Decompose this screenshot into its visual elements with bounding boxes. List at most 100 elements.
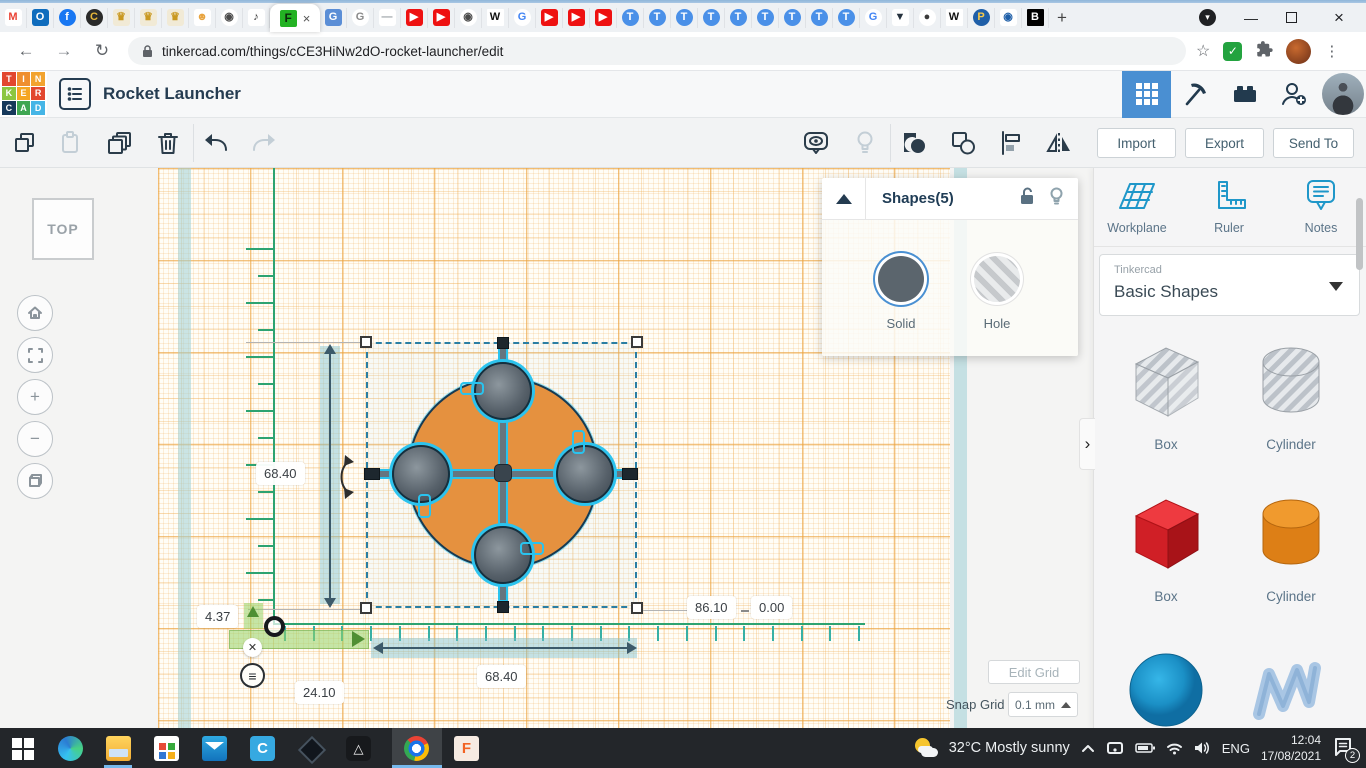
reload-icon[interactable]: ↻ [90,41,114,61]
ruler-x-label[interactable]: 24.10 [295,681,344,704]
home-view-button[interactable] [17,295,53,331]
t-circle-tab[interactable]: T [752,8,779,28]
transparent-box-tile[interactable]: Box [1106,336,1226,452]
globe-tab[interactable]: ◉ [455,8,482,28]
minimize-button[interactable]: — [1242,10,1260,26]
ungroup-button[interactable] [943,126,983,160]
wikipedia-tab[interactable]: W [482,8,509,28]
bbc-tab[interactable]: B [1022,8,1049,28]
t-circle-tab[interactable]: T [833,8,860,28]
google-tab[interactable]: G [509,8,536,28]
blocks-view-button[interactable] [1122,71,1171,118]
ruler-origin-handle[interactable] [264,616,285,637]
youtube-tab[interactable]: ▶ [428,8,455,28]
battery-icon[interactable] [1135,742,1155,754]
url-input[interactable]: tinkercad.com/things/cCE3HiNw2dO-rocket-… [128,37,1186,65]
design-menu-button[interactable] [59,78,91,110]
duplicate-button[interactable] [100,126,140,160]
ruler-tool[interactable]: Ruler [1186,178,1272,235]
mirror-flip-button[interactable] [1039,126,1079,160]
ruler-close-button[interactable]: ✕ [243,638,262,657]
close-button[interactable]: × [1330,8,1348,28]
maximize-button[interactable] [1286,12,1304,23]
gold-crest-tab[interactable]: ♛ [135,8,162,28]
eye-tab[interactable]: ◉ [995,8,1022,28]
distance-label[interactable]: 86.10 [687,596,736,619]
notes-tool[interactable]: Notes [1278,178,1364,235]
gmail-tab[interactable]: M [0,8,27,28]
undo-button[interactable] [196,126,236,160]
fusion360-icon[interactable]: F [454,736,479,761]
scribble-tile[interactable] [1231,644,1351,728]
show-all-comment-button[interactable] [796,126,836,160]
snap-grid-select[interactable]: 0.1 mm [1008,692,1078,717]
file-explorer-icon[interactable] [106,736,131,761]
p21-tab[interactable]: P [968,8,995,28]
google-tab[interactable]: G [860,8,887,28]
extension-check-icon[interactable]: ✓ [1223,42,1242,61]
workplane-tool[interactable]: Workplane [1094,178,1180,235]
g-gray-tab[interactable]: G [347,8,374,28]
copy-button[interactable] [5,126,45,160]
ruler-y-label[interactable]: 4.37 [197,605,238,628]
back-icon[interactable]: ← [14,41,38,61]
edit-grid-button[interactable]: Edit Grid [988,660,1080,684]
group-button[interactable] [894,126,934,160]
person-tab[interactable]: ☻ [189,8,216,28]
scale-handle-top-left[interactable] [360,336,372,348]
shield-tab[interactable]: ▼ [887,8,914,28]
notification-center-icon[interactable]: 2 [1332,736,1356,760]
sphere-tile[interactable] [1106,644,1226,728]
invite-person-add-icon[interactable] [1269,71,1318,118]
view-cube[interactable]: TOP [32,198,94,260]
dash-tab[interactable]: — [374,8,401,28]
forward-icon[interactable]: → [52,41,76,61]
language-indicator[interactable]: ENG [1222,741,1250,756]
youtube-tab[interactable]: ▶ [563,8,590,28]
scale-handle-bottom-right[interactable] [631,602,643,614]
t-circle-tab[interactable]: T [671,8,698,28]
hidden-icons-chevron[interactable] [1081,743,1095,753]
height-dimension-label[interactable]: 68.40 [256,462,305,485]
delete-button[interactable] [148,126,188,160]
scale-handle-top-right[interactable] [631,336,643,348]
youtube-tab[interactable]: ▶ [401,8,428,28]
transparent-cylinder-tile[interactable]: Cylinder [1231,336,1351,452]
orange-cylinder-tile[interactable]: Cylinder [1231,488,1351,604]
new-tab-button[interactable]: + [1049,5,1075,31]
tinkercad-logo[interactable]: TINKERCAD [0,70,47,117]
scale-handle-bottom-left[interactable] [360,602,372,614]
lightbulb-button[interactable] [845,126,885,160]
redo-button[interactable] [244,126,284,160]
fit-view-button[interactable] [17,337,53,373]
collapse-library-button[interactable]: › [1079,418,1095,470]
horizontal-ruler[interactable] [275,623,865,625]
align-button[interactable] [991,126,1031,160]
outlook-tab[interactable]: O [27,8,54,28]
t-circle-tab[interactable]: T [725,8,752,28]
extensions-puzzle-icon[interactable] [1255,40,1273,63]
browser-menu-icon[interactable]: ⋮ [1324,42,1339,60]
distance2-label[interactable]: 0.00 [751,596,792,619]
start-button[interactable] [10,736,35,761]
youtube-tab[interactable]: ▶ [536,8,563,28]
tablet-mode-icon[interactable] [1106,741,1124,755]
weather-text[interactable]: 32°C Mostly sunny [949,740,1070,756]
weather-icon[interactable] [914,737,938,759]
import-button[interactable]: Import [1097,128,1176,158]
clock[interactable]: 12:04 17/08/2021 [1261,732,1321,764]
export-button[interactable]: Export [1185,128,1264,158]
ruler-options-button[interactable]: ≡ [240,663,265,688]
cura-icon[interactable]: C [250,736,275,761]
store-icon[interactable] [154,736,179,761]
lightbulb-icon[interactable] [1049,187,1064,211]
send-to-button[interactable]: Send To [1273,128,1354,158]
shape-library-select[interactable]: Tinkercad Basic Shapes [1099,254,1360,316]
collapse-panel-button[interactable] [822,178,866,219]
unlock-icon[interactable] [1019,187,1035,211]
audio-tab[interactable]: ♪ [243,8,270,28]
youtube-tab[interactable]: ▶ [590,8,617,28]
wifi-icon[interactable] [1166,742,1183,755]
volume-icon[interactable] [1194,741,1211,755]
red-box-tile[interactable]: Box [1106,488,1226,604]
